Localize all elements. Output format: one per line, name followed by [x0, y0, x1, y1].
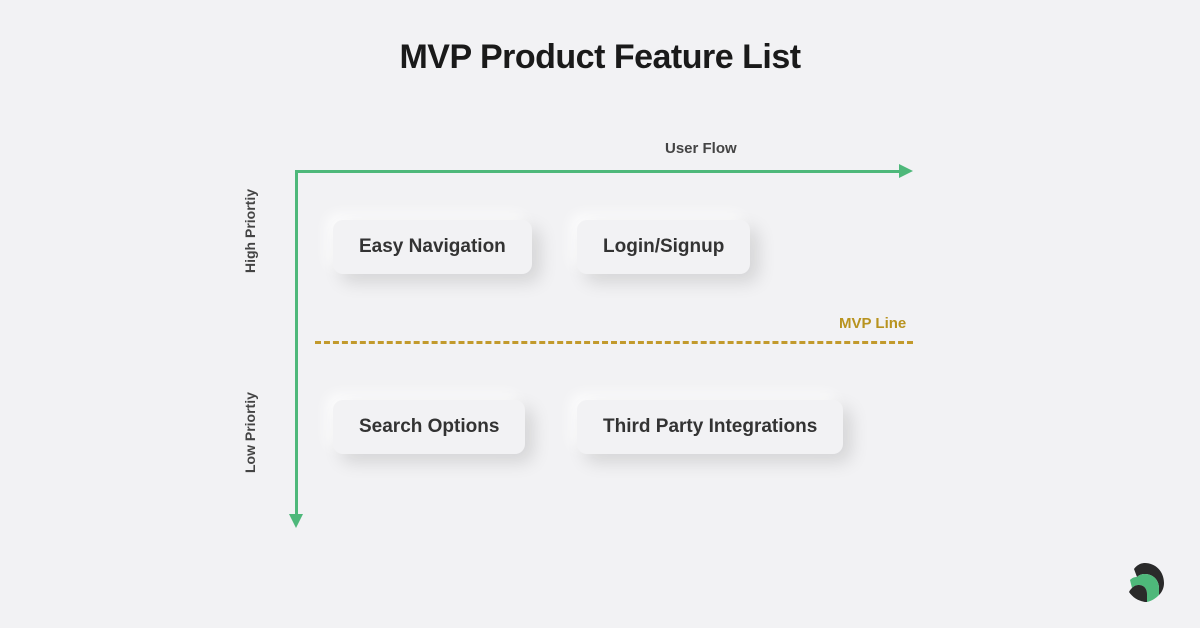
y-axis-label-high: High Priortiy	[242, 189, 258, 273]
y-axis-line	[295, 170, 298, 522]
feature-card-search-options: Search Options	[333, 400, 525, 454]
x-axis-label: User Flow	[665, 140, 737, 157]
mvp-divider-line	[315, 341, 913, 344]
page-title: MVP Product Feature List	[0, 38, 1200, 77]
y-axis-arrow-icon	[289, 514, 303, 528]
feature-card-login-signup: Login/Signup	[577, 220, 750, 274]
feature-card-easy-navigation: Easy Navigation	[333, 220, 532, 274]
mvp-divider-label: MVP Line	[839, 315, 906, 332]
brand-logo-icon	[1120, 558, 1170, 608]
feature-chart: User Flow High Priortiy Low Priortiy MVP…	[295, 170, 915, 530]
x-axis-line	[295, 170, 907, 173]
y-axis-label-low: Low Priortiy	[242, 392, 258, 473]
feature-card-third-party: Third Party Integrations	[577, 400, 843, 454]
x-axis-arrow-icon	[899, 164, 913, 178]
